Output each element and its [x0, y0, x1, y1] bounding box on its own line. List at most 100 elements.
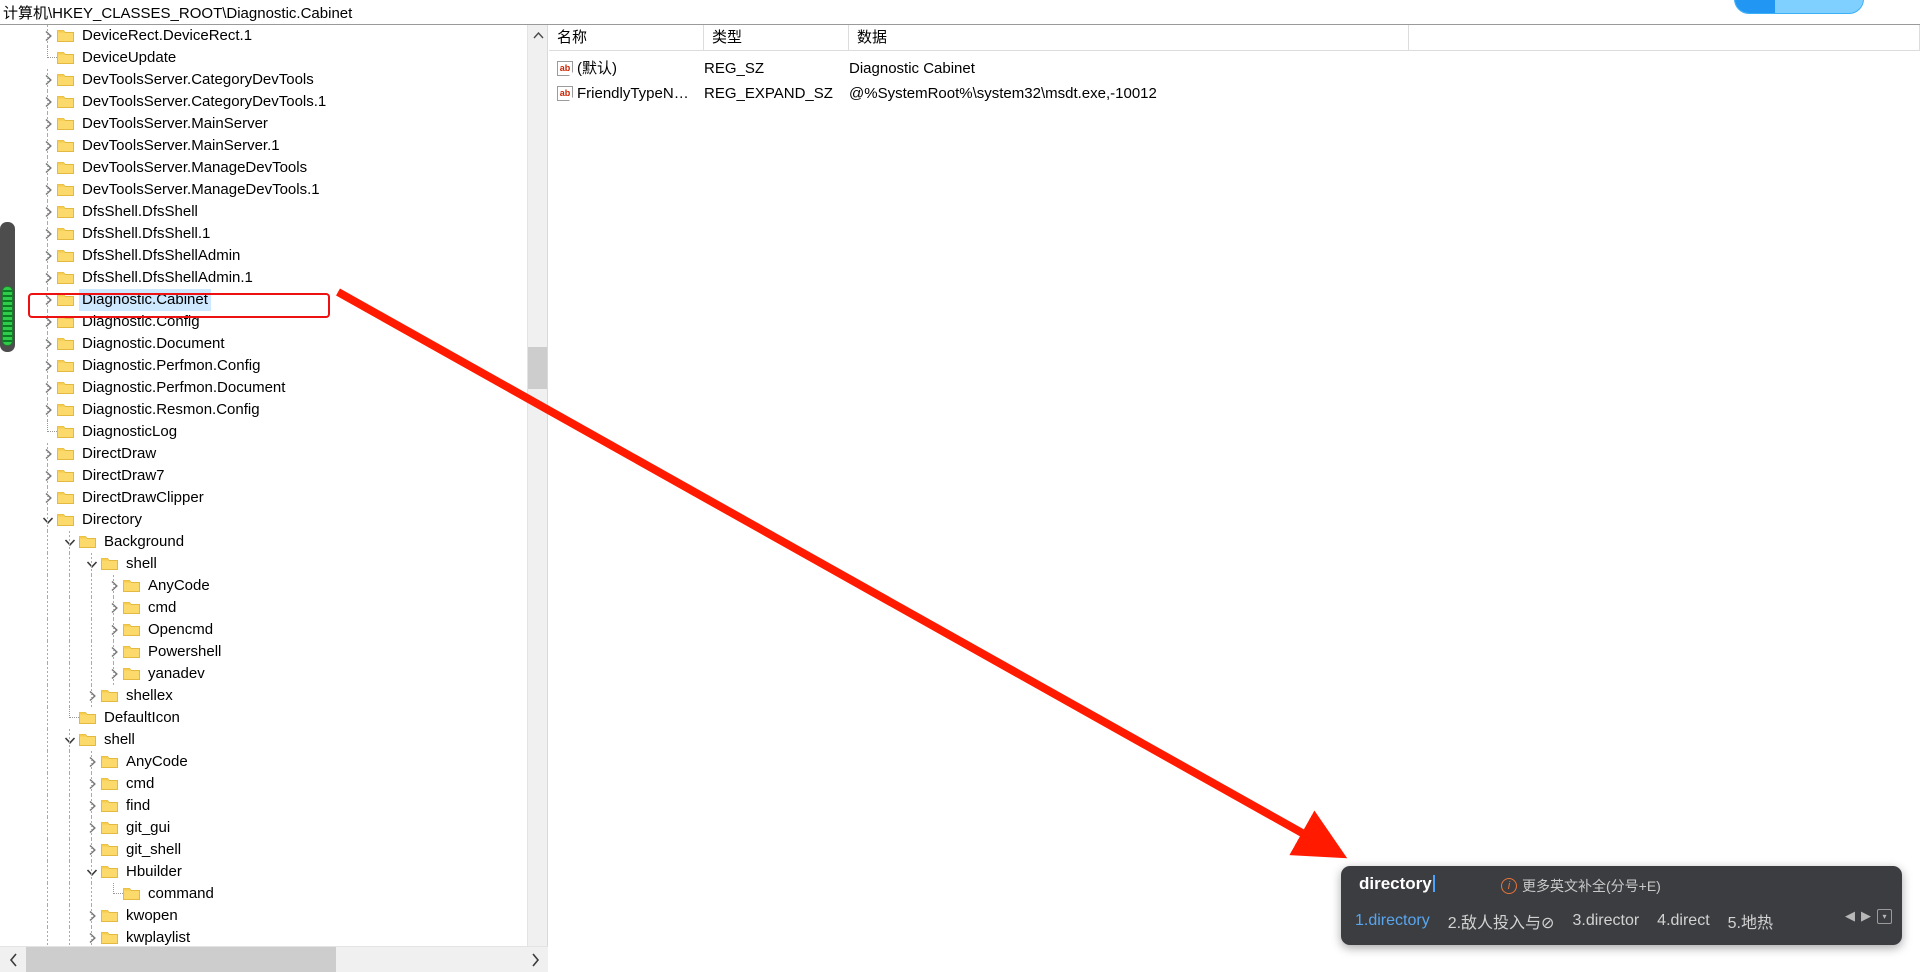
chevron-right-icon[interactable]	[106, 597, 122, 619]
chevron-right-icon[interactable]	[40, 157, 56, 179]
chevron-down-icon[interactable]	[84, 553, 100, 575]
chevron-right-icon[interactable]	[40, 245, 56, 267]
chevron-right-icon[interactable]	[40, 399, 56, 421]
chevron-right-icon[interactable]	[106, 641, 122, 663]
chevron-right-icon[interactable]	[40, 465, 56, 487]
chevron-down-icon[interactable]	[40, 509, 56, 531]
tree-item[interactable]: DirectDraw	[18, 443, 528, 465]
tree-item[interactable]: command	[18, 883, 528, 905]
tree-item[interactable]: Diagnostic.Perfmon.Document	[18, 377, 528, 399]
ime-expand-icon[interactable]: ▾	[1877, 908, 1892, 924]
chevron-down-icon[interactable]	[62, 531, 78, 553]
tree-item[interactable]: shellex	[18, 685, 528, 707]
tree-horizontal-scrollbar[interactable]	[0, 946, 548, 972]
tree-item[interactable]: Directory	[18, 509, 528, 531]
chevron-right-icon[interactable]	[84, 773, 100, 795]
chevron-right-icon[interactable]	[40, 377, 56, 399]
chevron-right-icon[interactable]	[40, 443, 56, 465]
ime-candidate[interactable]: 4.direct	[1657, 912, 1709, 930]
tree-item[interactable]: Powershell	[18, 641, 528, 663]
values-column-header-name[interactable]: 名称	[549, 25, 704, 51]
tree-item[interactable]: Diagnostic.Document	[18, 333, 528, 355]
ime-candidate-popup[interactable]: directory i 更多英文补全(分号+E) 1.directory 2.敌人…	[1341, 866, 1902, 945]
chevron-right-icon[interactable]	[40, 289, 56, 311]
chevron-right-icon[interactable]	[106, 663, 122, 685]
ime-candidate-list[interactable]: 1.directory 2.敌人投入与⊘ 3.director 4.direct 5.地…	[1355, 905, 1892, 937]
chevron-right-icon[interactable]	[40, 201, 56, 223]
tree-item[interactable]: DiagnosticLog	[18, 421, 528, 443]
chevron-right-icon[interactable]	[84, 751, 100, 773]
chevron-right-icon[interactable]	[84, 795, 100, 817]
chevron-right-icon[interactable]	[106, 619, 122, 641]
chevron-right-icon[interactable]	[40, 487, 56, 509]
chevron-down-icon[interactable]	[62, 729, 78, 751]
ime-candidate[interactable]: 3.director	[1572, 912, 1639, 930]
chevron-right-icon[interactable]	[40, 179, 56, 201]
tree-item[interactable]: git_shell	[18, 839, 528, 861]
system-scrollbar-thumb[interactable]	[2, 286, 13, 346]
tree-horizontal-scrollbar-thumb[interactable]	[26, 946, 336, 972]
tree-item[interactable]: find	[18, 795, 528, 817]
address-bar[interactable]: 计算机\HKEY_CLASSES_ROOT\Diagnostic.Cabinet	[0, 0, 1920, 25]
chevron-right-icon[interactable]	[40, 91, 56, 113]
scroll-up-arrow-icon[interactable]	[528, 25, 547, 45]
chevron-right-icon[interactable]	[40, 311, 56, 333]
ime-candidate[interactable]: 2.敌人投入与⊘	[1448, 909, 1555, 933]
tree-item[interactable]: yanadev	[18, 663, 528, 685]
chevron-right-icon[interactable]	[40, 223, 56, 245]
tree-item[interactable]: DfsShell.DfsShell	[18, 201, 528, 223]
tree-item[interactable]: DeviceRect.DeviceRect.1	[18, 25, 528, 47]
chevron-right-icon[interactable]	[40, 25, 56, 47]
tree-item[interactable]: Diagnostic.Cabinet	[18, 289, 528, 311]
tree-item[interactable]: shell	[18, 729, 528, 751]
tree-item[interactable]: AnyCode	[18, 575, 528, 597]
chevron-right-icon[interactable]	[40, 135, 56, 157]
chevron-right-icon[interactable]	[84, 905, 100, 927]
tree-item[interactable]: DevToolsServer.CategoryDevTools.1	[18, 91, 528, 113]
tree-vertical-scrollbar[interactable]	[527, 25, 547, 946]
chevron-right-icon[interactable]	[84, 817, 100, 839]
tree-item[interactable]: Background	[18, 531, 528, 553]
tree-item[interactable]: git_gui	[18, 817, 528, 839]
tree-item[interactable]: DevToolsServer.MainServer.1	[18, 135, 528, 157]
tree-item[interactable]: Diagnostic.Resmon.Config	[18, 399, 528, 421]
tree-item[interactable]: DfsShell.DfsShellAdmin.1	[18, 267, 528, 289]
chevron-right-icon[interactable]	[84, 927, 100, 946]
scroll-left-arrow-icon[interactable]	[0, 947, 26, 972]
tree-item[interactable]: DirectDrawClipper	[18, 487, 528, 509]
ime-candidate[interactable]: 5.地热	[1728, 909, 1773, 933]
tree-item[interactable]: cmd	[18, 597, 528, 619]
tree-item[interactable]: Diagnostic.Perfmon.Config	[18, 355, 528, 377]
ime-next-page-icon[interactable]: ▶	[1861, 908, 1871, 924]
values-column-header-data[interactable]: 数据	[849, 25, 1409, 51]
tree-item[interactable]: DevToolsServer.ManageDevTools.1	[18, 179, 528, 201]
chevron-right-icon[interactable]	[40, 267, 56, 289]
chevron-right-icon[interactable]	[40, 113, 56, 135]
tree-horizontal-scrollbar-track[interactable]	[26, 946, 522, 972]
tree-item[interactable]: DirectDraw7	[18, 465, 528, 487]
ime-hint[interactable]: i 更多英文补全(分号+E)	[1501, 876, 1661, 896]
tree-item[interactable]: Diagnostic.Config	[18, 311, 528, 333]
system-scrollbar[interactable]	[0, 222, 15, 352]
chevron-right-icon[interactable]	[40, 333, 56, 355]
tree-item[interactable]: DevToolsServer.ManageDevTools	[18, 157, 528, 179]
tree-item[interactable]: Opencmd	[18, 619, 528, 641]
tree-item[interactable]: cmd	[18, 773, 528, 795]
ime-candidate[interactable]: 1.directory	[1355, 912, 1430, 930]
chevron-right-icon[interactable]	[84, 685, 100, 707]
tree-item[interactable]: kwopen	[18, 905, 528, 927]
tree-vertical-scrollbar-thumb[interactable]	[528, 347, 547, 389]
ime-pager[interactable]: ◀ ▶ ▾	[1845, 908, 1892, 924]
tree-item[interactable]: DevToolsServer.MainServer	[18, 113, 528, 135]
chevron-right-icon[interactable]	[40, 69, 56, 91]
tree-item[interactable]: DevToolsServer.CategoryDevTools	[18, 69, 528, 91]
floating-blue-button[interactable]	[1734, 0, 1864, 14]
chevron-down-icon[interactable]	[84, 861, 100, 883]
tree-item[interactable]: DfsShell.DfsShellAdmin	[18, 245, 528, 267]
tree-item[interactable]: DefaultIcon	[18, 707, 528, 729]
tree-item[interactable]: AnyCode	[18, 751, 528, 773]
tree-item[interactable]: DeviceUpdate	[18, 47, 528, 69]
tree-item[interactable]: Hbuilder	[18, 861, 528, 883]
scroll-right-arrow-icon[interactable]	[522, 947, 548, 972]
tree-item[interactable]: kwplaylist	[18, 927, 528, 946]
